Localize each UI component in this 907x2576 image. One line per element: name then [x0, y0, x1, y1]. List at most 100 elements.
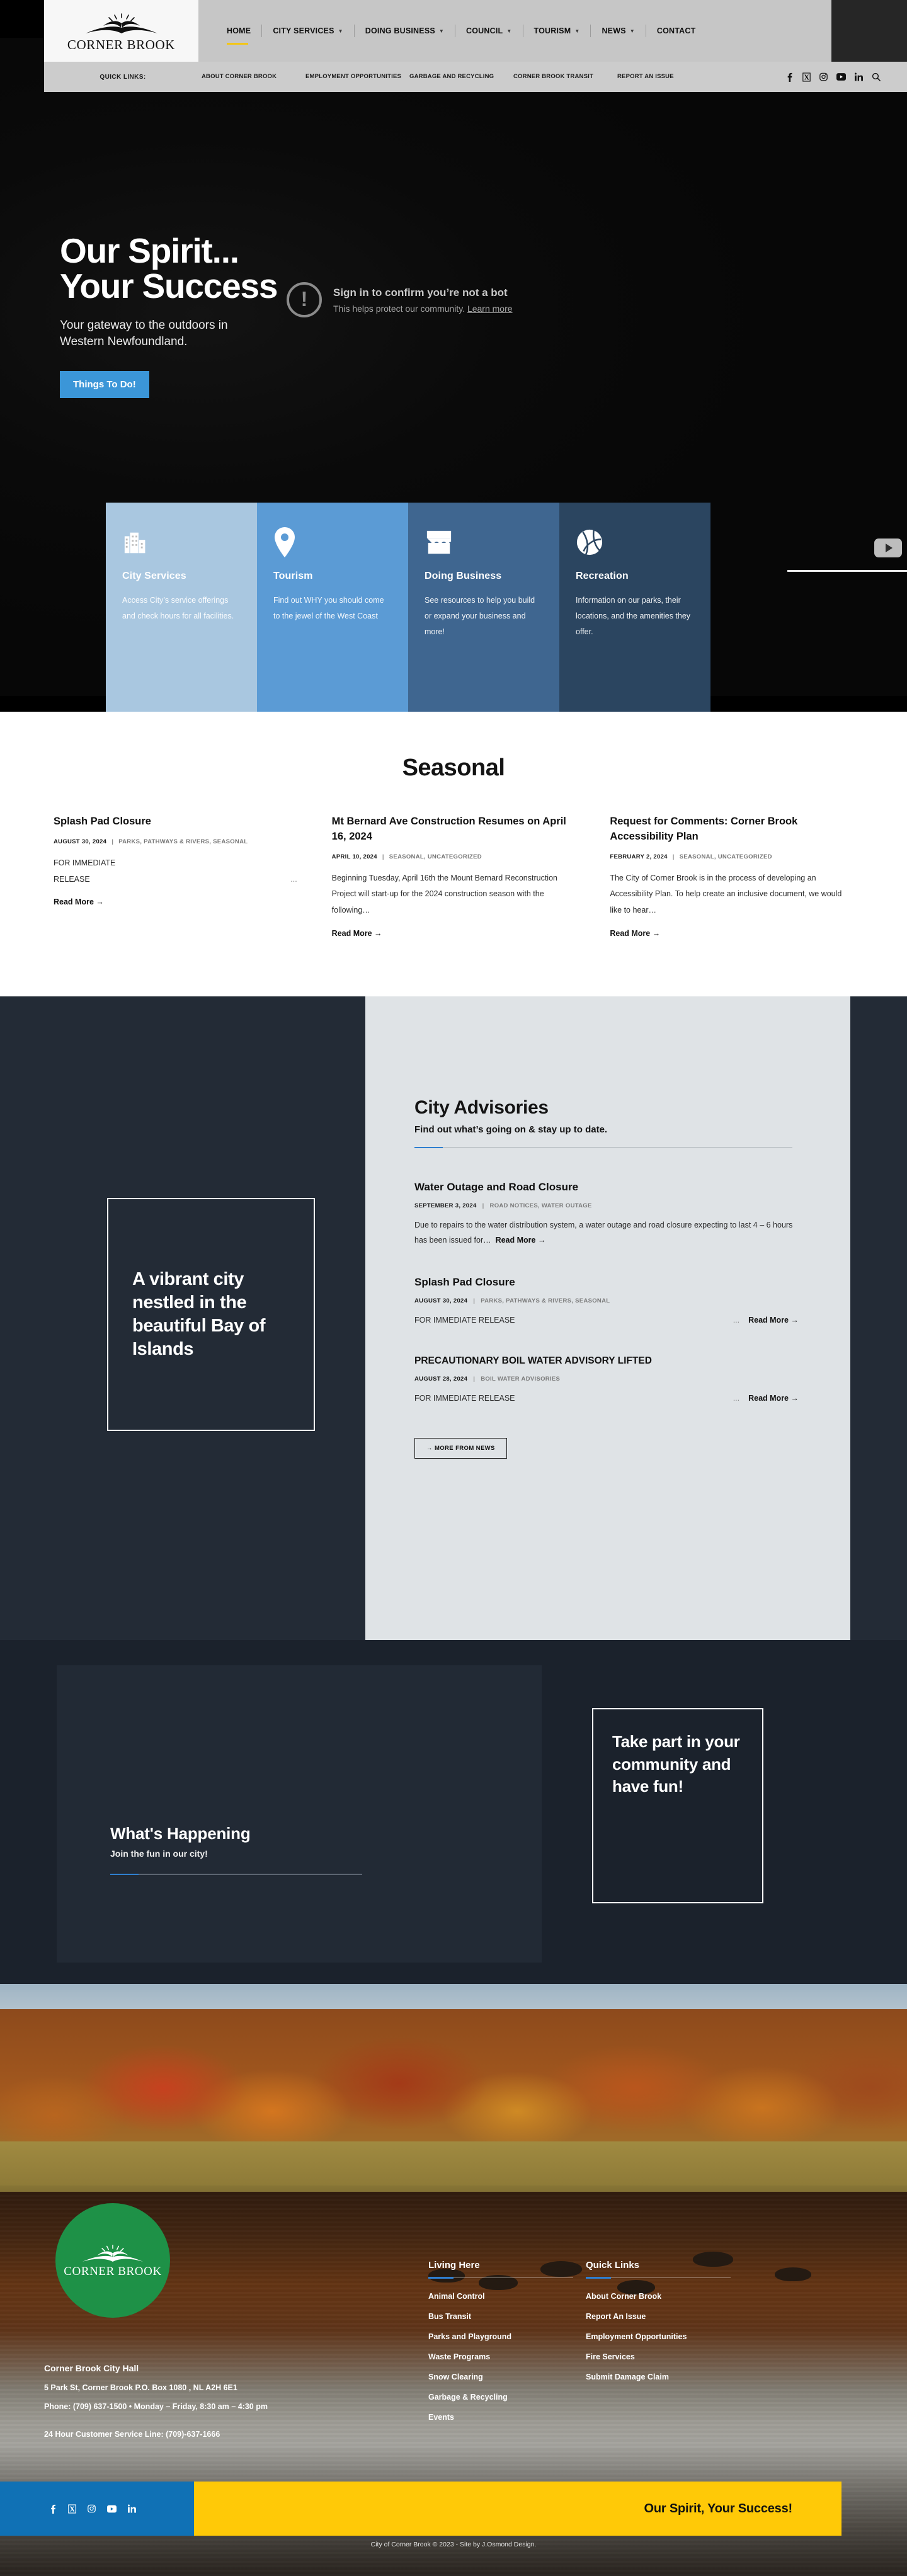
quick-link-item[interactable]: REPORT AN ISSUE — [617, 73, 721, 81]
take-part-box: Take part in your community and have fun… — [592, 1708, 763, 1903]
advisory-meta: AUGUST 28, 2024 | BOIL WATER ADVISORIES — [414, 1376, 806, 1382]
post-title[interactable]: Mt Bernard Ave Construction Resumes on A… — [332, 814, 576, 845]
footer-link[interactable]: Animal Control — [428, 2292, 573, 2301]
linkedin-icon[interactable] — [855, 72, 863, 81]
advisories-heading: City Advisories — [414, 1097, 549, 1118]
footer-link[interactable]: About Corner Brook — [586, 2292, 743, 2301]
youtube-icon[interactable] — [836, 72, 846, 81]
take-part-text: Take part in your community and have fun… — [612, 1732, 740, 1796]
quick-links-bar: QUICK LINKS: ABOUT CORNER BROOK EMPLOYMEN… — [44, 62, 907, 92]
instagram-icon[interactable] — [88, 2504, 96, 2513]
quick-link-item[interactable]: ABOUT CORNER BROOK — [202, 73, 305, 81]
feature-card-tourism[interactable]: Tourism Find out WHY you should come to t… — [257, 503, 408, 712]
footer-column-heading: Quick Links — [586, 2260, 640, 2271]
read-more-link[interactable]: Read More → — [610, 929, 853, 938]
things-to-do-button[interactable]: Things To Do! — [60, 371, 149, 399]
chevron-down-icon: ▼ — [629, 28, 635, 34]
read-more-link[interactable]: Read More → — [748, 1313, 799, 1328]
nav-item-label: DOING BUSINESS — [365, 26, 435, 35]
feature-card-desc: Information on our parks, their location… — [576, 596, 691, 636]
advisory-item: Water Outage and Road Closure SEPTEMBER … — [414, 1181, 806, 1248]
learn-more-link[interactable]: Learn more — [467, 304, 513, 314]
nav-item-news[interactable]: NEWS ▼ — [590, 25, 645, 37]
city-buildings-icon — [122, 524, 241, 561]
quick-link-item[interactable]: GARBAGE AND RECYCLING — [409, 73, 513, 81]
feature-card-title: City Services — [122, 571, 186, 581]
linkedin-icon[interactable] — [128, 2504, 136, 2513]
footer-logo[interactable]: CORNER BROOK — [55, 2203, 170, 2318]
feature-card-recreation[interactable]: Recreation Information on our parks, thei… — [559, 503, 710, 712]
footer-link[interactable]: Report An Issue — [586, 2312, 743, 2321]
advisory-title[interactable]: Water Outage and Road Closure — [414, 1181, 806, 1194]
read-more-link[interactable]: Read More → — [332, 929, 576, 938]
search-icon[interactable] — [872, 72, 881, 81]
instagram-icon[interactable] — [819, 72, 828, 81]
footer-link[interactable]: Events — [428, 2413, 573, 2422]
post-categories: SEASONAL, UNCATEGORIZED — [679, 853, 772, 860]
advisory-date: AUGUST 28, 2024 — [414, 1376, 468, 1383]
advisory-excerpt: FOR IMMEDIATE RELEASE... Read More → — [414, 1391, 799, 1406]
chevron-down-icon: ▼ — [338, 28, 343, 34]
advisory-item: PRECAUTIONARY BOIL WATER ADVISORY LIFTED… — [414, 1355, 806, 1406]
footer-link[interactable]: Fire Services — [586, 2352, 743, 2361]
post-excerpt-line2: RELEASE — [54, 874, 90, 884]
advisory-categories: ROAD NOTICES, WATER OUTAGE — [489, 1202, 592, 1209]
footer-address: Corner Brook City Hall 5 Park St, Corner… — [44, 2363, 447, 2439]
read-more-link[interactable]: Read More → — [496, 1236, 546, 1245]
advisories-subheading: Find out what’s going on & stay up to da… — [414, 1124, 608, 1135]
quick-link-item[interactable]: EMPLOYMENT OPPORTUNITIES — [305, 73, 409, 81]
feature-card-city-services[interactable]: City Services Access City’s service offer… — [106, 503, 257, 712]
nav-item-city-services[interactable]: CITY SERVICES ▼ — [261, 25, 353, 37]
nav-item-council[interactable]: COUNCIL ▼ — [455, 25, 522, 37]
advisories-divider — [414, 1147, 792, 1148]
quick-link-item[interactable]: CORNER BROOK TRANSIT — [513, 73, 617, 81]
x-twitter-icon[interactable] — [802, 72, 811, 82]
nav-item-doing-business[interactable]: DOING BUSINESS ▼ — [353, 25, 455, 37]
city-hall-heading: Corner Brook City Hall — [44, 2363, 139, 2373]
footer-slogan: Our Spirit, Your Success! — [644, 2501, 793, 2516]
advisory-title[interactable]: Splash Pad Closure — [414, 1276, 806, 1289]
footer-link[interactable]: Bus Transit — [428, 2312, 573, 2321]
youtube-play-button[interactable] — [874, 539, 902, 557]
footer-link[interactable]: Employment Opportunities — [586, 2332, 743, 2341]
facebook-icon[interactable] — [49, 2504, 57, 2514]
nav-item-contact[interactable]: CONTACT — [645, 25, 707, 37]
x-twitter-icon[interactable] — [68, 2504, 76, 2514]
facebook-icon[interactable] — [785, 72, 794, 82]
footer-link[interactable]: Garbage & Recycling — [428, 2393, 573, 2402]
advisory-excerpt-ellipsis: ... — [733, 1394, 740, 1403]
post-title[interactable]: Request for Comments: Corner Brook Acces… — [610, 814, 853, 845]
footer-link[interactable]: Parks and Playground — [428, 2332, 573, 2341]
logo-wordmark: CORNER BROOK — [67, 37, 176, 52]
read-more-link[interactable]: Read More → — [748, 1391, 799, 1406]
seasonal-post: Splash Pad Closure AUGUST 30, 2024 | PARKS… — [54, 814, 297, 938]
vibrant-city-quote: A vibrant city nestled in the beautiful … — [132, 1268, 266, 1360]
nav-item-tourism[interactable]: TOURISM ▼ — [522, 25, 591, 37]
youtube-overlay-desc-text: This helps protect our community. — [333, 304, 467, 314]
footer-link[interactable]: Snow Clearing — [428, 2373, 573, 2381]
meta-separator: | — [473, 1376, 476, 1383]
nav-item-label: NEWS — [602, 26, 626, 35]
storefront-icon — [425, 524, 543, 561]
footer-link[interactable]: Submit Damage Claim — [586, 2373, 743, 2381]
feature-card-desc: Access City’s service offerings and chec… — [122, 596, 234, 620]
chevron-down-icon: ▼ — [574, 28, 580, 34]
footer-link[interactable]: Waste Programs — [428, 2352, 573, 2361]
seasonal-posts: Splash Pad Closure AUGUST 30, 2024 | PARKS… — [54, 814, 853, 938]
feature-card-title: Tourism — [273, 571, 313, 581]
feature-card-doing-business[interactable]: Doing Business See resources to help you … — [408, 503, 559, 712]
quick-links-label: QUICK LINKS: — [100, 73, 146, 81]
read-more-link[interactable]: Read More → — [54, 898, 297, 906]
youtube-icon[interactable] — [107, 2505, 117, 2513]
meta-separator: | — [473, 1297, 476, 1304]
site-logo[interactable]: CORNER BROOK — [44, 0, 198, 62]
footer-link-list: Animal Control Bus Transit Parks and Playg… — [428, 2292, 573, 2422]
nav-item-label: CITY SERVICES — [273, 26, 334, 35]
nav-item-home[interactable]: HOME — [216, 25, 261, 45]
advisory-excerpt-text: FOR IMMEDIATE RELEASE — [414, 1394, 515, 1403]
post-title[interactable]: Splash Pad Closure — [54, 814, 297, 829]
advisory-meta: AUGUST 30, 2024 | PARKS, PATHWAYS & RIVERS… — [414, 1297, 806, 1304]
advisory-title[interactable]: PRECAUTIONARY BOIL WATER ADVISORY LIFTED — [414, 1355, 806, 1367]
more-from-news-button[interactable]: → MORE FROM NEWS — [414, 1437, 507, 1459]
header-social-links — [785, 72, 892, 82]
